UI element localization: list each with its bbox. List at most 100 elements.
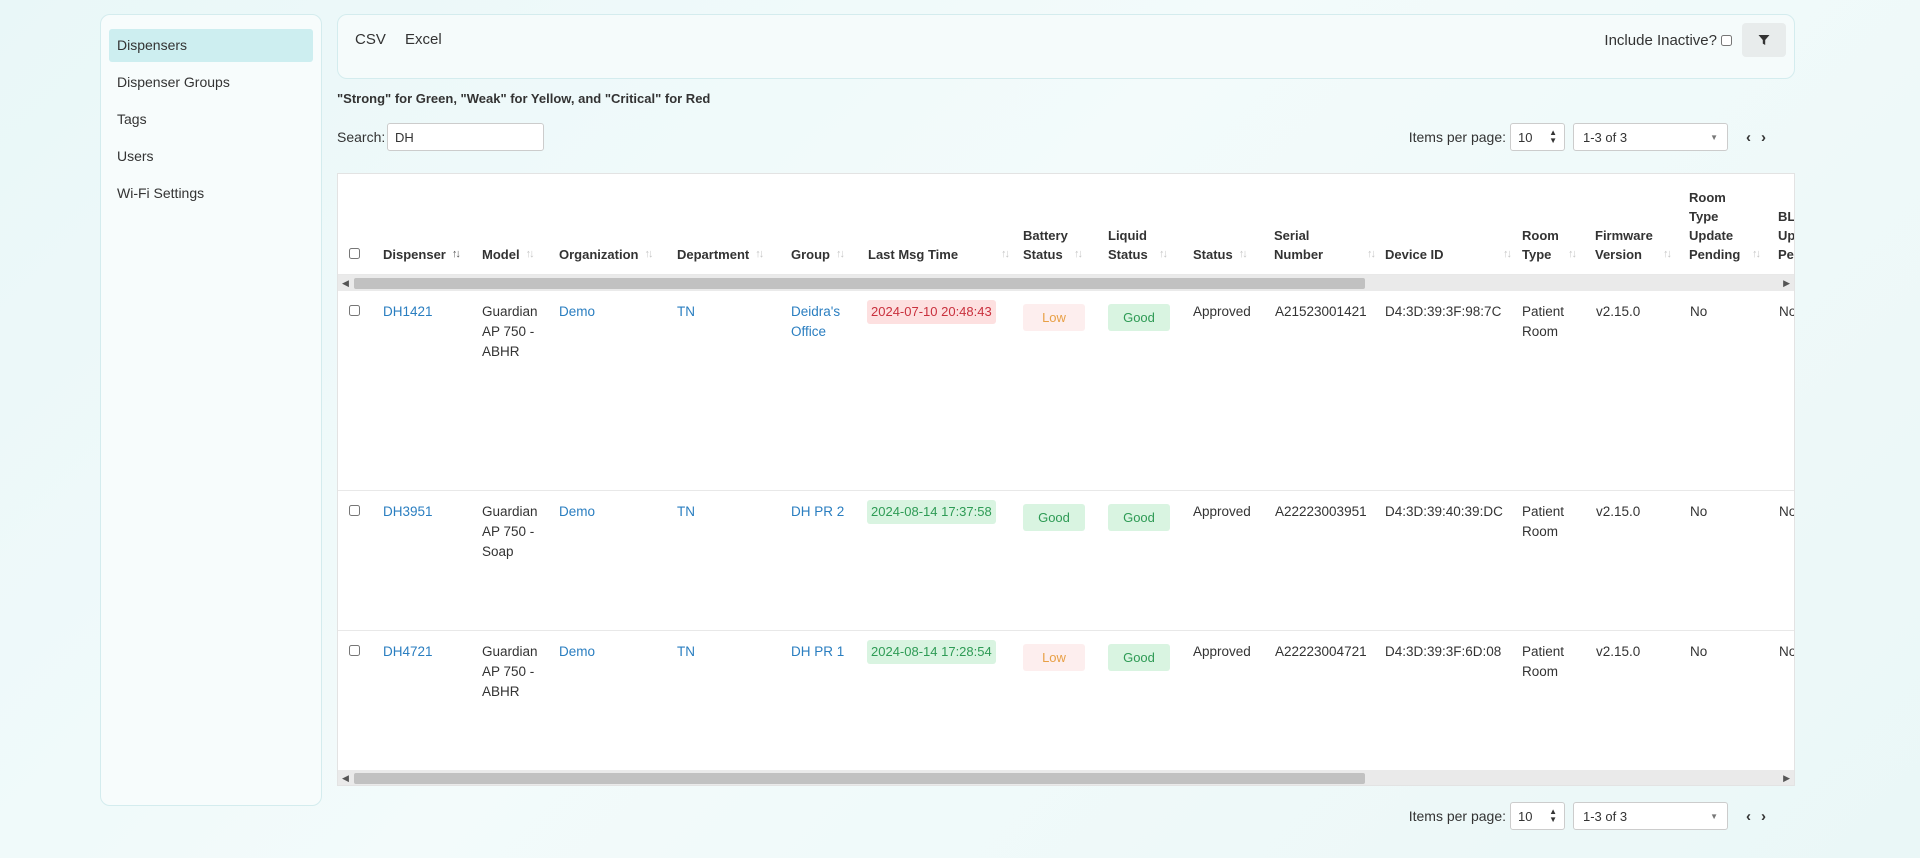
room-type-pending-cell: No — [1690, 504, 1708, 519]
table-bottom-scrollbar[interactable]: ◀ ▶ — [338, 770, 1794, 785]
dispenser-link[interactable]: DH1421 — [383, 302, 433, 322]
room-type-cell: Patient Room — [1522, 504, 1565, 539]
table-row: DH3951 Guardian AP 750 - Soap Demo TN DH… — [338, 491, 1794, 631]
row-checkbox[interactable] — [349, 305, 360, 316]
firmware-version-cell: v2.15.0 — [1596, 644, 1641, 659]
column-header-department[interactable]: Department ↑↓ — [677, 245, 764, 264]
prev-page-button[interactable]: ‹ — [1746, 129, 1751, 146]
column-header-ble-update-pending[interactable]: BLE Update Pending — [1778, 207, 1794, 264]
items-per-page-select[interactable]: 10 ▲ ▼ — [1510, 123, 1565, 151]
table-top-scrollbar[interactable]: ◀ ▶ — [338, 275, 1794, 291]
room-type-pending-cell: No — [1690, 304, 1708, 319]
sidebar-item-tags[interactable]: Tags — [109, 103, 313, 136]
dispenser-link[interactable]: DH3951 — [383, 502, 433, 522]
column-header-room-type[interactable]: Room Type ↑↓ — [1522, 226, 1577, 264]
search-input[interactable] — [387, 123, 544, 151]
group-link[interactable]: DH PR 2 — [791, 502, 851, 522]
filter-button[interactable] — [1742, 23, 1786, 57]
column-header-organization[interactable]: Organization ↑↓ — [559, 245, 653, 264]
last-msg-time-badge: 2024-08-14 17:28:54 — [867, 640, 996, 664]
column-header-device-id[interactable]: Device ID ↑↓ — [1385, 245, 1512, 264]
model-cell: Guardian AP 750 - ABHR — [482, 304, 538, 359]
department-link[interactable]: TN — [677, 642, 695, 662]
next-page-button[interactable]: › — [1761, 808, 1766, 825]
sidebar-item-wifi-settings[interactable]: Wi-Fi Settings — [109, 177, 313, 210]
column-header-room-type-update-pending[interactable]: Room Type Update Pending ↑↓ — [1689, 188, 1761, 264]
column-header-battery-status[interactable]: Battery Status ↑↓ — [1023, 226, 1083, 264]
row-checkbox[interactable] — [349, 645, 360, 656]
ble-pending-cell: No — [1779, 504, 1795, 519]
room-type-pending-cell: No — [1690, 644, 1708, 659]
model-cell: Guardian AP 750 - ABHR — [482, 644, 538, 699]
toolbar: CSV Excel Include Inactive? — [337, 14, 1795, 79]
column-header-last-msg-time[interactable]: Last Msg Time ↑↓ — [868, 245, 1010, 264]
items-per-page-label: Items per page: — [1408, 808, 1506, 824]
updown-icon: ▲ ▼ — [1549, 128, 1557, 145]
range-value: 1-3 of 3 — [1583, 129, 1628, 145]
row-checkbox[interactable] — [349, 505, 360, 516]
last-msg-time-badge: 2024-08-14 17:37:58 — [867, 500, 996, 524]
next-page-button[interactable]: › — [1761, 129, 1766, 146]
organization-link[interactable]: Demo — [559, 502, 595, 522]
sidebar-item-dispenser-groups[interactable]: Dispenser Groups — [109, 66, 313, 99]
items-per-page-label: Items per page: — [1408, 129, 1506, 145]
prev-page-button[interactable]: ‹ — [1746, 808, 1751, 825]
table-header: Dispenser ↑↓ Model ↑↓ Organization ↑↓ Depar… — [338, 174, 1794, 275]
dispenser-link[interactable]: DH4721 — [383, 642, 433, 662]
chevron-down-icon: ▼ — [1710, 811, 1718, 821]
csv-export-button[interactable]: CSV — [355, 31, 386, 48]
column-header-status[interactable]: Status ↑↓ — [1193, 245, 1248, 264]
sidebar: Dispensers Dispenser Groups Tags Users W… — [100, 14, 322, 806]
filter-icon — [1758, 35, 1770, 45]
search-label: Search: — [337, 129, 386, 145]
include-inactive-label: Include Inactive? — [1604, 32, 1717, 49]
excel-export-button[interactable]: Excel — [405, 31, 442, 48]
organization-link[interactable]: Demo — [559, 642, 595, 662]
department-link[interactable]: TN — [677, 302, 695, 322]
dispensers-table: Dispenser ↑↓ Model ↑↓ Organization ↑↓ Depar… — [337, 173, 1795, 786]
scrollbar-thumb[interactable] — [354, 278, 1365, 289]
column-header-group[interactable]: Group ↑↓ — [791, 245, 845, 264]
device-id-cell: D4:3D:39:40:39:DC — [1385, 504, 1503, 519]
column-header-serial-number[interactable]: Serial Number ↑↓ — [1274, 226, 1376, 264]
serial-number-cell: A21523001421 — [1275, 304, 1367, 319]
room-type-cell: Patient Room — [1522, 644, 1565, 679]
items-per-page-value: 10 — [1518, 129, 1533, 145]
ble-pending-cell: No — [1779, 644, 1795, 659]
liquid-status-badge: Good — [1108, 304, 1170, 331]
device-id-cell: D4:3D:39:3F:98:7C — [1385, 304, 1502, 319]
range-select[interactable]: 1-3 of 3 ▼ — [1573, 123, 1728, 151]
firmware-version-cell: v2.15.0 — [1596, 504, 1641, 519]
battery-status-badge: Low — [1023, 304, 1085, 331]
liquid-status-badge: Good — [1108, 504, 1170, 531]
column-header-model[interactable]: Model ↑↓ — [482, 245, 535, 264]
range-value: 1-3 of 3 — [1583, 808, 1628, 824]
column-header-dispenser[interactable]: Dispenser ↑↓ — [383, 245, 461, 264]
group-link[interactable]: Deidra's Office — [791, 302, 846, 342]
serial-number-cell: A22223004721 — [1275, 644, 1367, 659]
room-type-cell: Patient Room — [1522, 304, 1565, 339]
column-header-firmware-version[interactable]: Firmware Version ↑↓ — [1595, 226, 1672, 264]
table-row: DH1421 Guardian AP 750 - ABHR Demo TN De… — [338, 291, 1794, 491]
last-msg-time-badge: 2024-07-10 20:48:43 — [867, 300, 996, 324]
group-link[interactable]: DH PR 1 — [791, 642, 851, 662]
sidebar-item-dispensers[interactable]: Dispensers — [109, 29, 313, 62]
select-all-checkbox[interactable] — [349, 248, 360, 259]
updown-icon: ▲ ▼ — [1549, 807, 1557, 824]
scroll-right-icon: ▶ — [1783, 773, 1790, 783]
range-select[interactable]: 1-3 of 3 ▼ — [1573, 802, 1728, 830]
column-header-liquid-status[interactable]: Liquid Status ↑↓ — [1108, 226, 1168, 264]
items-per-page-select[interactable]: 10 ▲ ▼ — [1510, 802, 1565, 830]
sidebar-item-users[interactable]: Users — [109, 140, 313, 173]
include-inactive-toggle[interactable]: Include Inactive? — [1604, 32, 1732, 49]
items-per-page-value: 10 — [1518, 808, 1533, 824]
include-inactive-checkbox[interactable] — [1721, 35, 1732, 46]
scrollbar-thumb[interactable] — [354, 773, 1365, 784]
organization-link[interactable]: Demo — [559, 302, 595, 322]
scroll-right-icon: ▶ — [1783, 278, 1790, 288]
scroll-left-icon: ◀ — [342, 773, 349, 783]
status-cell: Approved — [1193, 644, 1251, 659]
pager-bottom: Items per page: 10 ▲ ▼ 1-3 of 3 ▼ ‹ › — [1409, 802, 1776, 830]
department-link[interactable]: TN — [677, 502, 695, 522]
serial-number-cell: A22223003951 — [1275, 504, 1367, 519]
